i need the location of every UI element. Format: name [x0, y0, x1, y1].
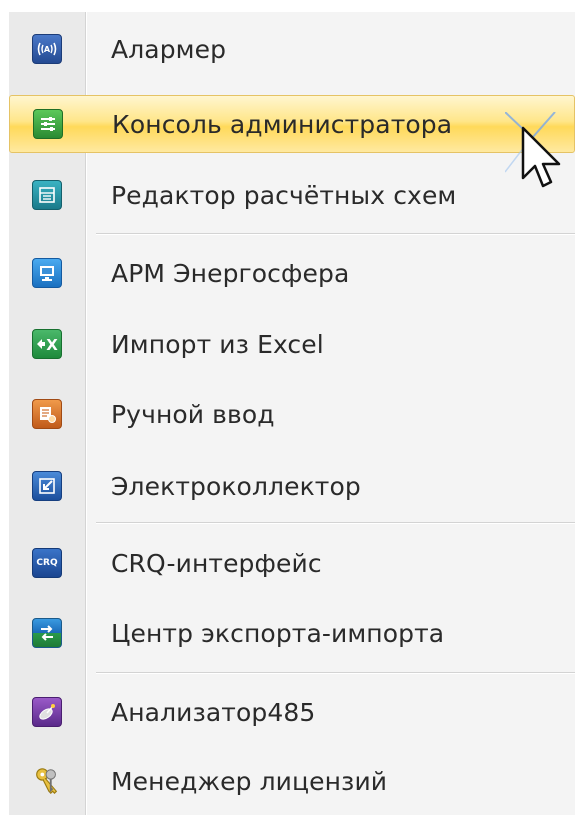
- menu-item-label: CRQ-интерфейс: [111, 548, 322, 578]
- menu-separator: [96, 672, 575, 674]
- menu-item-analyzer485[interactable]: Анализатор485: [9, 683, 575, 741]
- menu-item-label: Ручной ввод: [111, 399, 275, 429]
- menu-item-export-import-center[interactable]: Центр экспорта-импорта: [9, 604, 575, 662]
- svg-text:A: A: [44, 45, 51, 54]
- menu-item-excel-import[interactable]: X Импорт из Excel: [9, 315, 575, 373]
- menu-separator: [96, 233, 575, 235]
- manual-input-icon: [32, 399, 62, 429]
- menu-item-license-manager[interactable]: Менеджер лицензий: [9, 752, 575, 810]
- crq-interface-icon: CRQ: [32, 548, 62, 578]
- menu-item-crq-interface[interactable]: CRQ CRQ-интерфейс: [9, 534, 575, 592]
- license-keys-icon: [32, 766, 62, 796]
- menu-item-label: Импорт из Excel: [111, 329, 324, 359]
- start-menu-list: A Алармер Консоль администратора Редакто…: [0, 0, 575, 815]
- menu-item-label: Редактор расчётных схем: [111, 180, 457, 210]
- menu-item-electrocollector[interactable]: Электроколлектор: [9, 457, 575, 515]
- menu-item-manual-input[interactable]: Ручной ввод: [9, 385, 575, 443]
- analyzer-satellite-icon: [32, 697, 62, 727]
- calc-scheme-editor-icon: [32, 180, 62, 210]
- svg-text:X: X: [46, 336, 58, 353]
- menu-item-calc-scheme-editor[interactable]: Редактор расчётных схем: [9, 166, 575, 224]
- menu-item-label: Консоль администратора: [112, 109, 453, 139]
- menu-item-label: Алармер: [111, 34, 227, 64]
- menu-item-alarmer[interactable]: A Алармер: [9, 20, 575, 78]
- crq-icon-text: CRQ: [36, 558, 58, 568]
- menu-item-label: Менеджер лицензий: [111, 766, 388, 796]
- menu-item-admin-console[interactable]: Консоль администратора: [9, 95, 575, 153]
- electrocollector-icon: [32, 471, 62, 501]
- export-import-center-icon: [32, 618, 62, 648]
- menu-item-label: Анализатор485: [111, 697, 316, 727]
- menu-top-edge: [0, 0, 575, 12]
- menu-item-label: Электроколлектор: [111, 471, 361, 501]
- admin-console-sliders-icon: [33, 109, 63, 139]
- menu-item-label: Центр экспорта-импорта: [111, 618, 445, 648]
- menu-separator: [96, 522, 575, 524]
- alarm-antenna-icon: A: [32, 34, 62, 64]
- monitor-icon: [32, 258, 62, 288]
- menu-left-edge: [0, 0, 9, 815]
- menu-item-label: АРМ Энергосфера: [111, 258, 350, 288]
- menu-item-arm-energosfera[interactable]: АРМ Энергосфера: [9, 244, 575, 302]
- excel-import-icon: X: [32, 329, 62, 359]
